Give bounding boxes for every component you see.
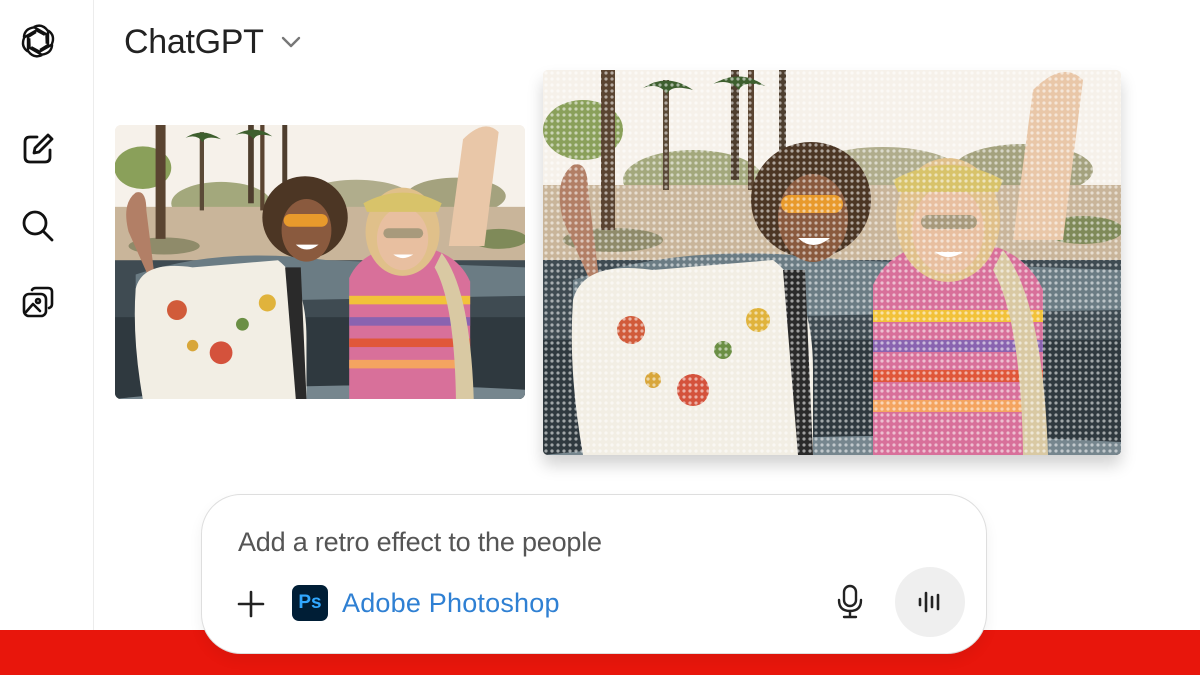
- new-chat-button[interactable]: [14, 125, 62, 173]
- model-name: ChatGPT: [124, 22, 264, 61]
- plus-icon: [237, 590, 265, 618]
- voice-mode-button[interactable]: [895, 567, 965, 637]
- search-button[interactable]: [14, 202, 62, 250]
- voice-waveform-icon: [918, 591, 940, 613]
- prompt-input[interactable]: Add a retro effect to the people: [238, 527, 602, 558]
- composer: Add a retro effect to the people Ps Adob…: [201, 494, 987, 654]
- image-gallery-icon: [22, 286, 54, 318]
- sidebar: [0, 0, 94, 630]
- app-label: Adobe Photoshop: [342, 587, 560, 618]
- model-switcher[interactable]: ChatGPT: [114, 18, 314, 66]
- openai-logo-icon[interactable]: [14, 17, 62, 65]
- search-icon: [22, 210, 54, 242]
- pencil-square-icon: [23, 133, 54, 164]
- microphone-button[interactable]: [830, 579, 870, 623]
- chevron-down-icon: [281, 36, 300, 48]
- microphone-icon: [837, 584, 863, 619]
- photo-image: [543, 70, 1121, 455]
- app-chip-photoshop[interactable]: Ps Adobe Photoshop: [292, 584, 560, 622]
- retro-photo[interactable]: [543, 70, 1121, 455]
- library-button[interactable]: [14, 278, 62, 326]
- add-button[interactable]: [230, 583, 272, 625]
- original-photo[interactable]: [115, 125, 525, 399]
- photoshop-logo-icon: Ps: [292, 585, 328, 621]
- photo-image: [115, 125, 525, 399]
